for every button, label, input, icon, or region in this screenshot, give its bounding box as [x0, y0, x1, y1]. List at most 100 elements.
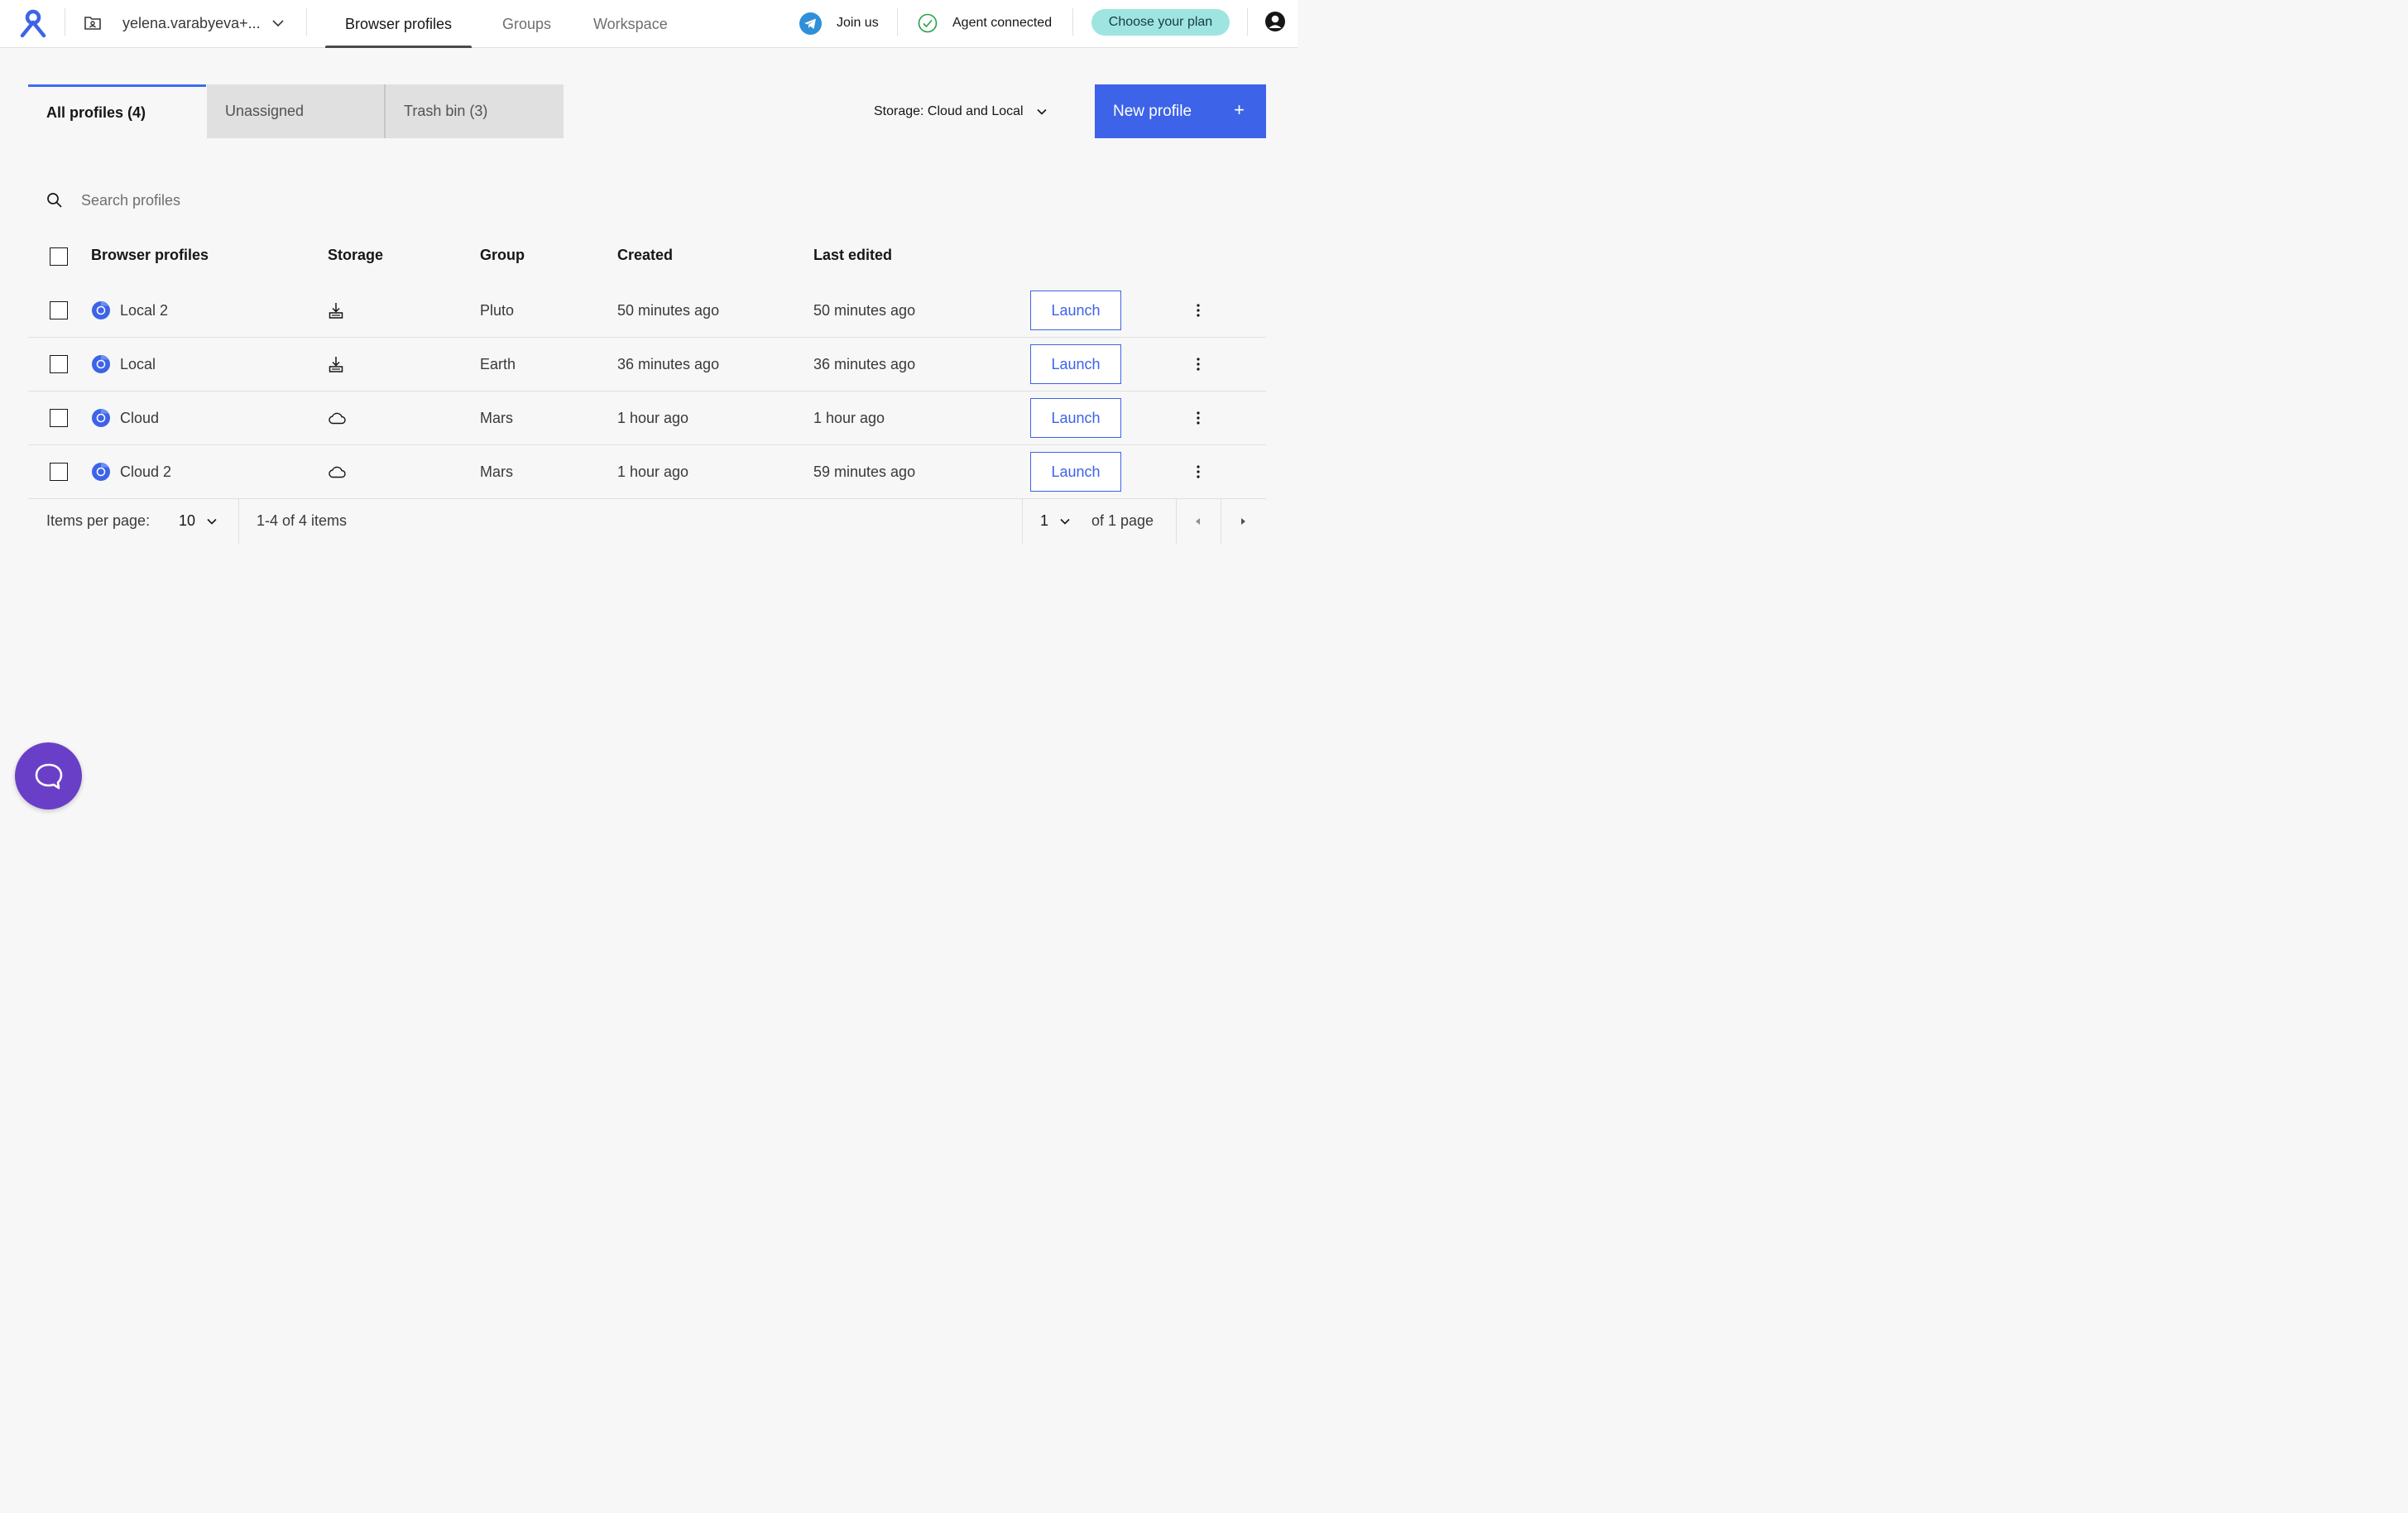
nav-tab-groups[interactable]: Groups — [502, 0, 551, 48]
previous-page-button[interactable] — [1176, 498, 1221, 544]
group-cell: Pluto — [480, 301, 515, 319]
plus-icon: + — [1234, 99, 1245, 120]
column-header-storage[interactable]: Storage — [328, 247, 383, 264]
profile-name: Cloud — [120, 409, 160, 426]
group-cell: Earth — [480, 355, 516, 372]
created-cell: 1 hour ago — [617, 409, 689, 426]
launch-button[interactable]: Launch — [1030, 344, 1121, 384]
local-storage-icon — [329, 357, 343, 372]
column-header-created[interactable]: Created — [617, 247, 673, 264]
table-row: Local Earth 36 minutes ago 36 minutes ag… — [28, 338, 1266, 391]
divider — [1072, 8, 1073, 36]
join-us-label: Join us — [837, 16, 879, 30]
overflow-menu-icon[interactable] — [1188, 300, 1208, 320]
page-number: 1 — [1040, 512, 1049, 529]
storage-cell — [328, 284, 344, 337]
storage-cell — [328, 445, 346, 498]
items-range: 1-4 of 4 items — [257, 512, 348, 529]
storage-filter-dropdown[interactable]: Storage: Cloud and Local — [874, 98, 1048, 126]
chromium-browser-icon — [92, 409, 110, 427]
column-header-group[interactable]: Group — [480, 247, 525, 264]
telegram-icon — [799, 12, 822, 35]
chromium-browser-icon — [92, 463, 110, 481]
profile-name-cell[interactable]: Local 2 — [91, 284, 168, 337]
cloud-icon — [329, 412, 346, 425]
divider — [238, 498, 239, 544]
created-cell: 1 hour ago — [617, 463, 689, 480]
overflow-menu-icon[interactable] — [1188, 462, 1208, 482]
workspace-name: yelena.varabyeva+... — [122, 14, 261, 31]
profile-name-cell[interactable]: Cloud — [91, 391, 159, 444]
user-account-icon[interactable] — [1264, 11, 1286, 32]
choose-plan-button[interactable]: Choose your plan — [1091, 9, 1230, 36]
tab-trash-bin[interactable]: Trash bin (3) — [386, 84, 564, 138]
check-circle-icon — [918, 13, 938, 33]
divider — [1022, 498, 1023, 544]
chevron-down-icon — [1060, 518, 1070, 525]
last-edited-cell: 59 minutes ago — [813, 463, 916, 480]
chevron-down-icon — [207, 518, 217, 525]
profile-name: Cloud 2 — [120, 463, 172, 480]
launch-button[interactable]: Launch — [1030, 291, 1121, 330]
page-select[interactable]: 1 — [1040, 498, 1072, 544]
launch-button[interactable]: Launch — [1030, 452, 1121, 492]
profile-name: Local 2 — [120, 301, 169, 319]
search-input[interactable] — [81, 187, 578, 214]
chromium-browser-icon — [92, 355, 110, 373]
row-checkbox[interactable] — [50, 463, 68, 481]
storage-cell — [328, 391, 346, 444]
items-per-page-label: Items per page: — [46, 512, 151, 529]
select-all-checkbox[interactable] — [50, 247, 68, 266]
row-checkbox[interactable] — [50, 409, 68, 427]
divider — [897, 8, 898, 36]
search-icon — [47, 193, 62, 208]
chromium-browser-icon — [92, 301, 110, 319]
caret-right-icon — [1241, 517, 1245, 525]
overflow-menu-icon[interactable] — [1188, 408, 1208, 428]
profile-name: Local — [120, 355, 156, 372]
launch-button[interactable]: Launch — [1030, 398, 1121, 438]
last-edited-cell: 36 minutes ago — [813, 355, 916, 372]
chat-bubble-icon — [35, 763, 62, 789]
workspace-switcher[interactable]: yelena.varabyeva+... — [79, 0, 285, 46]
caret-left-icon — [1196, 517, 1200, 525]
divider — [1247, 8, 1248, 36]
overflow-menu-icon[interactable] — [1188, 354, 1208, 374]
last-edited-cell: 50 minutes ago — [813, 301, 916, 319]
column-header-name[interactable]: Browser profiles — [91, 247, 209, 264]
table-header: Browser profiles Storage Group Created L… — [28, 230, 1266, 284]
chevron-down-icon — [272, 20, 284, 27]
join-us-link[interactable]: Join us — [799, 0, 879, 46]
row-checkbox[interactable] — [50, 301, 68, 319]
group-cell: Mars — [480, 463, 513, 480]
page-count: of 1 page — [1091, 512, 1154, 529]
next-page-button[interactable] — [1221, 498, 1265, 544]
storage-filter-label: Storage: Cloud and Local — [874, 104, 1024, 118]
last-edited-cell: 1 hour ago — [813, 409, 885, 426]
new-profile-button[interactable]: New profile + — [1095, 84, 1266, 138]
agent-status-label: Agent connected — [952, 16, 1053, 30]
created-cell: 36 minutes ago — [617, 355, 720, 372]
nav-tab-workspace[interactable]: Workspace — [593, 0, 668, 48]
profile-name-cell[interactable]: Cloud 2 — [91, 445, 171, 498]
local-storage-icon — [329, 303, 343, 319]
table-row: Cloud 2 Mars 1 hour ago 59 minutes ago L… — [28, 445, 1266, 499]
group-cell: Mars — [480, 409, 513, 426]
folder-user-icon — [84, 17, 101, 30]
items-per-page-select[interactable]: 10 — [179, 498, 218, 544]
table-row: Cloud Mars 1 hour ago 1 hour ago Launch — [28, 391, 1266, 445]
cloud-icon — [329, 466, 346, 478]
app-logo-icon[interactable] — [18, 8, 48, 38]
chevron-down-icon — [1037, 108, 1047, 115]
row-checkbox[interactable] — [50, 355, 68, 373]
nav-tab-browser-profiles[interactable]: Browser profiles — [324, 0, 472, 48]
tab-unassigned[interactable]: Unassigned — [207, 84, 385, 138]
column-header-last-edited[interactable]: Last edited — [813, 247, 892, 264]
items-per-page-value: 10 — [179, 512, 196, 529]
top-bar: yelena.varabyeva+... Browser profiles Gr… — [0, 0, 1298, 48]
divider — [306, 8, 307, 36]
support-chat-button[interactable] — [15, 742, 82, 809]
agent-status: Agent connected — [918, 0, 1052, 46]
tab-all-profiles[interactable]: All profiles (4) — [28, 84, 206, 138]
profile-name-cell[interactable]: Local — [91, 338, 156, 391]
